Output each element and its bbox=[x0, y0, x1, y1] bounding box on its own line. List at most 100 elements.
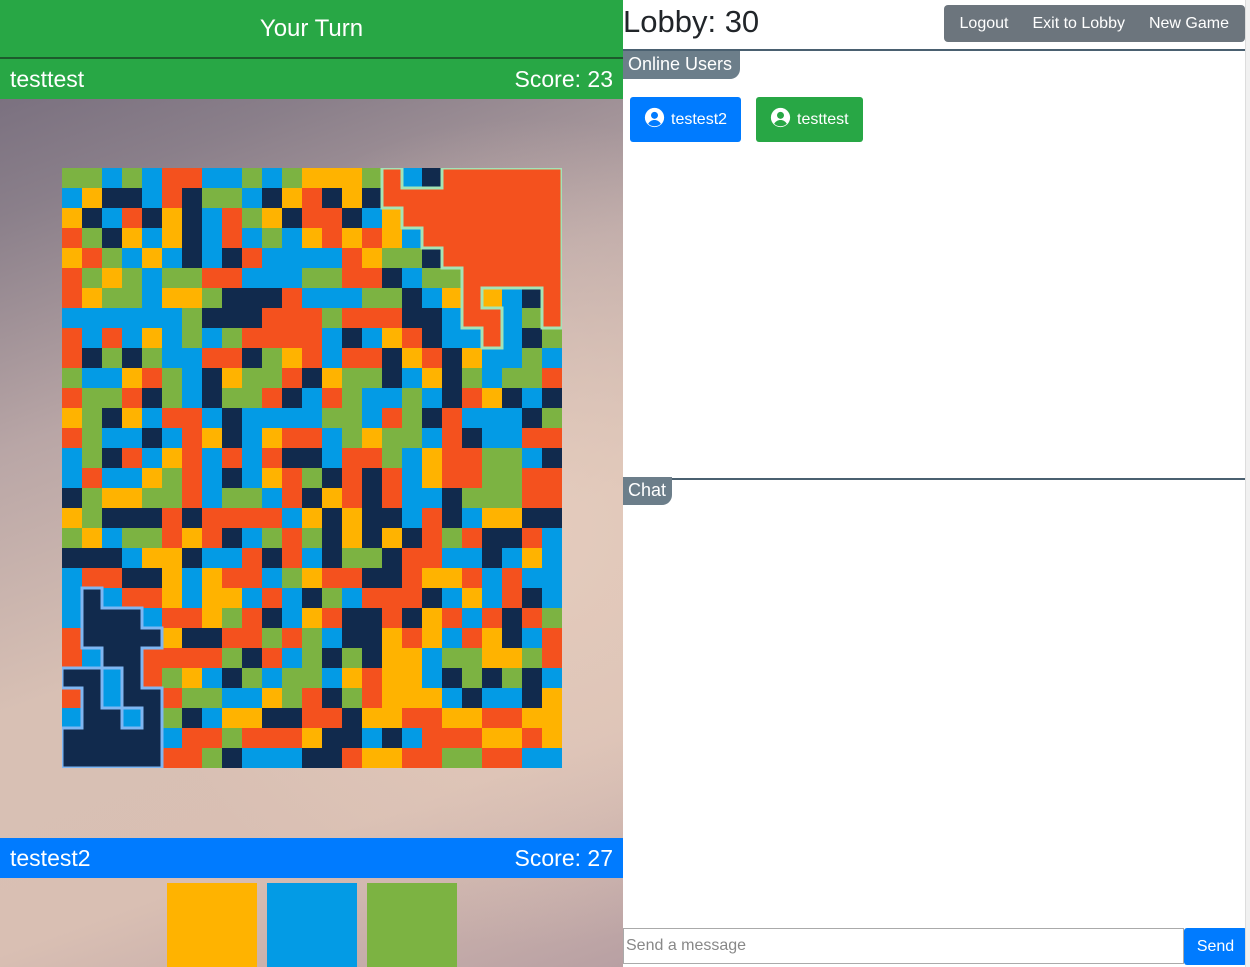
board-cell bbox=[402, 588, 422, 608]
board-cell bbox=[542, 348, 562, 368]
board-cell bbox=[482, 608, 502, 628]
color-choice-light-blue[interactable] bbox=[267, 883, 357, 967]
board-cell bbox=[62, 368, 82, 388]
message-input[interactable] bbox=[623, 928, 1184, 964]
board-cell bbox=[142, 588, 162, 608]
board-cell bbox=[302, 328, 322, 348]
user-avatar-icon bbox=[644, 107, 665, 133]
board-cell bbox=[402, 628, 422, 648]
board-cell bbox=[462, 248, 482, 268]
board-cell bbox=[62, 208, 82, 228]
board-cell bbox=[122, 668, 142, 688]
board-cell bbox=[142, 628, 162, 648]
user-chip[interactable]: testest2 bbox=[630, 97, 742, 142]
user-chip[interactable]: testtest bbox=[756, 97, 863, 142]
board-cell bbox=[282, 628, 302, 648]
board-cell bbox=[302, 688, 322, 708]
board-cell bbox=[322, 388, 342, 408]
board-cell bbox=[282, 408, 302, 428]
board-cell bbox=[382, 588, 402, 608]
new-game-button[interactable]: New Game bbox=[1137, 5, 1241, 42]
board-cell bbox=[62, 568, 82, 588]
board-cell bbox=[442, 368, 462, 388]
board-cell bbox=[102, 328, 122, 348]
board-cell bbox=[542, 328, 562, 348]
board-cell bbox=[162, 408, 182, 428]
board-cell bbox=[402, 468, 422, 488]
board-cell bbox=[482, 428, 502, 448]
board-cell bbox=[422, 708, 442, 728]
board-cell bbox=[122, 308, 142, 328]
board-cell bbox=[282, 468, 302, 488]
board-cell bbox=[122, 688, 142, 708]
board-cell bbox=[362, 248, 382, 268]
board-cell bbox=[102, 588, 122, 608]
board-cell bbox=[282, 168, 302, 188]
board-cell bbox=[402, 268, 422, 288]
board-cell bbox=[202, 628, 222, 648]
board-cell bbox=[102, 408, 122, 428]
board-cell bbox=[82, 408, 102, 428]
board-cell bbox=[182, 488, 202, 508]
board-cell bbox=[442, 548, 462, 568]
board-cell bbox=[82, 168, 102, 188]
board-cell bbox=[542, 428, 562, 448]
board-cell bbox=[362, 588, 382, 608]
board-cell bbox=[502, 168, 522, 188]
player1-name: testtest bbox=[10, 65, 85, 92]
logout-button[interactable]: Logout bbox=[948, 5, 1021, 42]
board-cell bbox=[342, 608, 362, 628]
board-cell bbox=[302, 408, 322, 428]
board-cell bbox=[122, 548, 142, 568]
board-cell bbox=[442, 708, 462, 728]
board-cell bbox=[382, 728, 402, 748]
board-cell bbox=[82, 608, 102, 628]
board-cell bbox=[102, 548, 122, 568]
board-cell bbox=[502, 248, 522, 268]
board-cell bbox=[542, 248, 562, 268]
color-choice-green[interactable] bbox=[367, 883, 457, 967]
board-cell bbox=[82, 708, 102, 728]
board-cell bbox=[442, 388, 462, 408]
board-cell bbox=[242, 448, 262, 468]
board-cell bbox=[62, 688, 82, 708]
board-cell bbox=[342, 188, 362, 208]
board-cell bbox=[482, 488, 502, 508]
board-cell bbox=[262, 368, 282, 388]
board-cell bbox=[522, 708, 542, 728]
online-users-label: Online Users bbox=[623, 51, 741, 79]
board-cell bbox=[522, 668, 542, 688]
board-cell bbox=[462, 748, 482, 768]
send-button[interactable]: Send bbox=[1184, 928, 1247, 965]
board-cell bbox=[122, 248, 142, 268]
board-cell bbox=[202, 188, 222, 208]
online-users-panel: Online Users testest2 testtest bbox=[623, 49, 1246, 480]
board-cell bbox=[342, 728, 362, 748]
board-cell bbox=[482, 668, 502, 688]
board-cell bbox=[442, 608, 462, 628]
board-cell bbox=[62, 348, 82, 368]
board-cell bbox=[502, 708, 522, 728]
board-cell bbox=[182, 328, 202, 348]
board-cell bbox=[362, 328, 382, 348]
board-cell bbox=[382, 348, 402, 368]
board-cell bbox=[322, 248, 342, 268]
board-cell bbox=[442, 288, 462, 308]
scrollbar[interactable] bbox=[1245, 0, 1250, 967]
board-cell bbox=[522, 588, 542, 608]
board-cell bbox=[542, 708, 562, 728]
board-cell bbox=[222, 728, 242, 748]
board-cell bbox=[182, 728, 202, 748]
board-cell bbox=[122, 708, 142, 728]
board-cell bbox=[242, 708, 262, 728]
board-cell bbox=[102, 508, 122, 528]
exit-to-lobby-button[interactable]: Exit to Lobby bbox=[1020, 5, 1137, 42]
board-cell bbox=[182, 408, 202, 428]
board-cell bbox=[322, 448, 342, 468]
board-cell bbox=[502, 428, 522, 448]
color-choice-yellow[interactable] bbox=[167, 883, 257, 967]
board-cell bbox=[122, 268, 142, 288]
board-cell bbox=[542, 508, 562, 528]
board-cell bbox=[362, 468, 382, 488]
board-cell bbox=[322, 168, 342, 188]
